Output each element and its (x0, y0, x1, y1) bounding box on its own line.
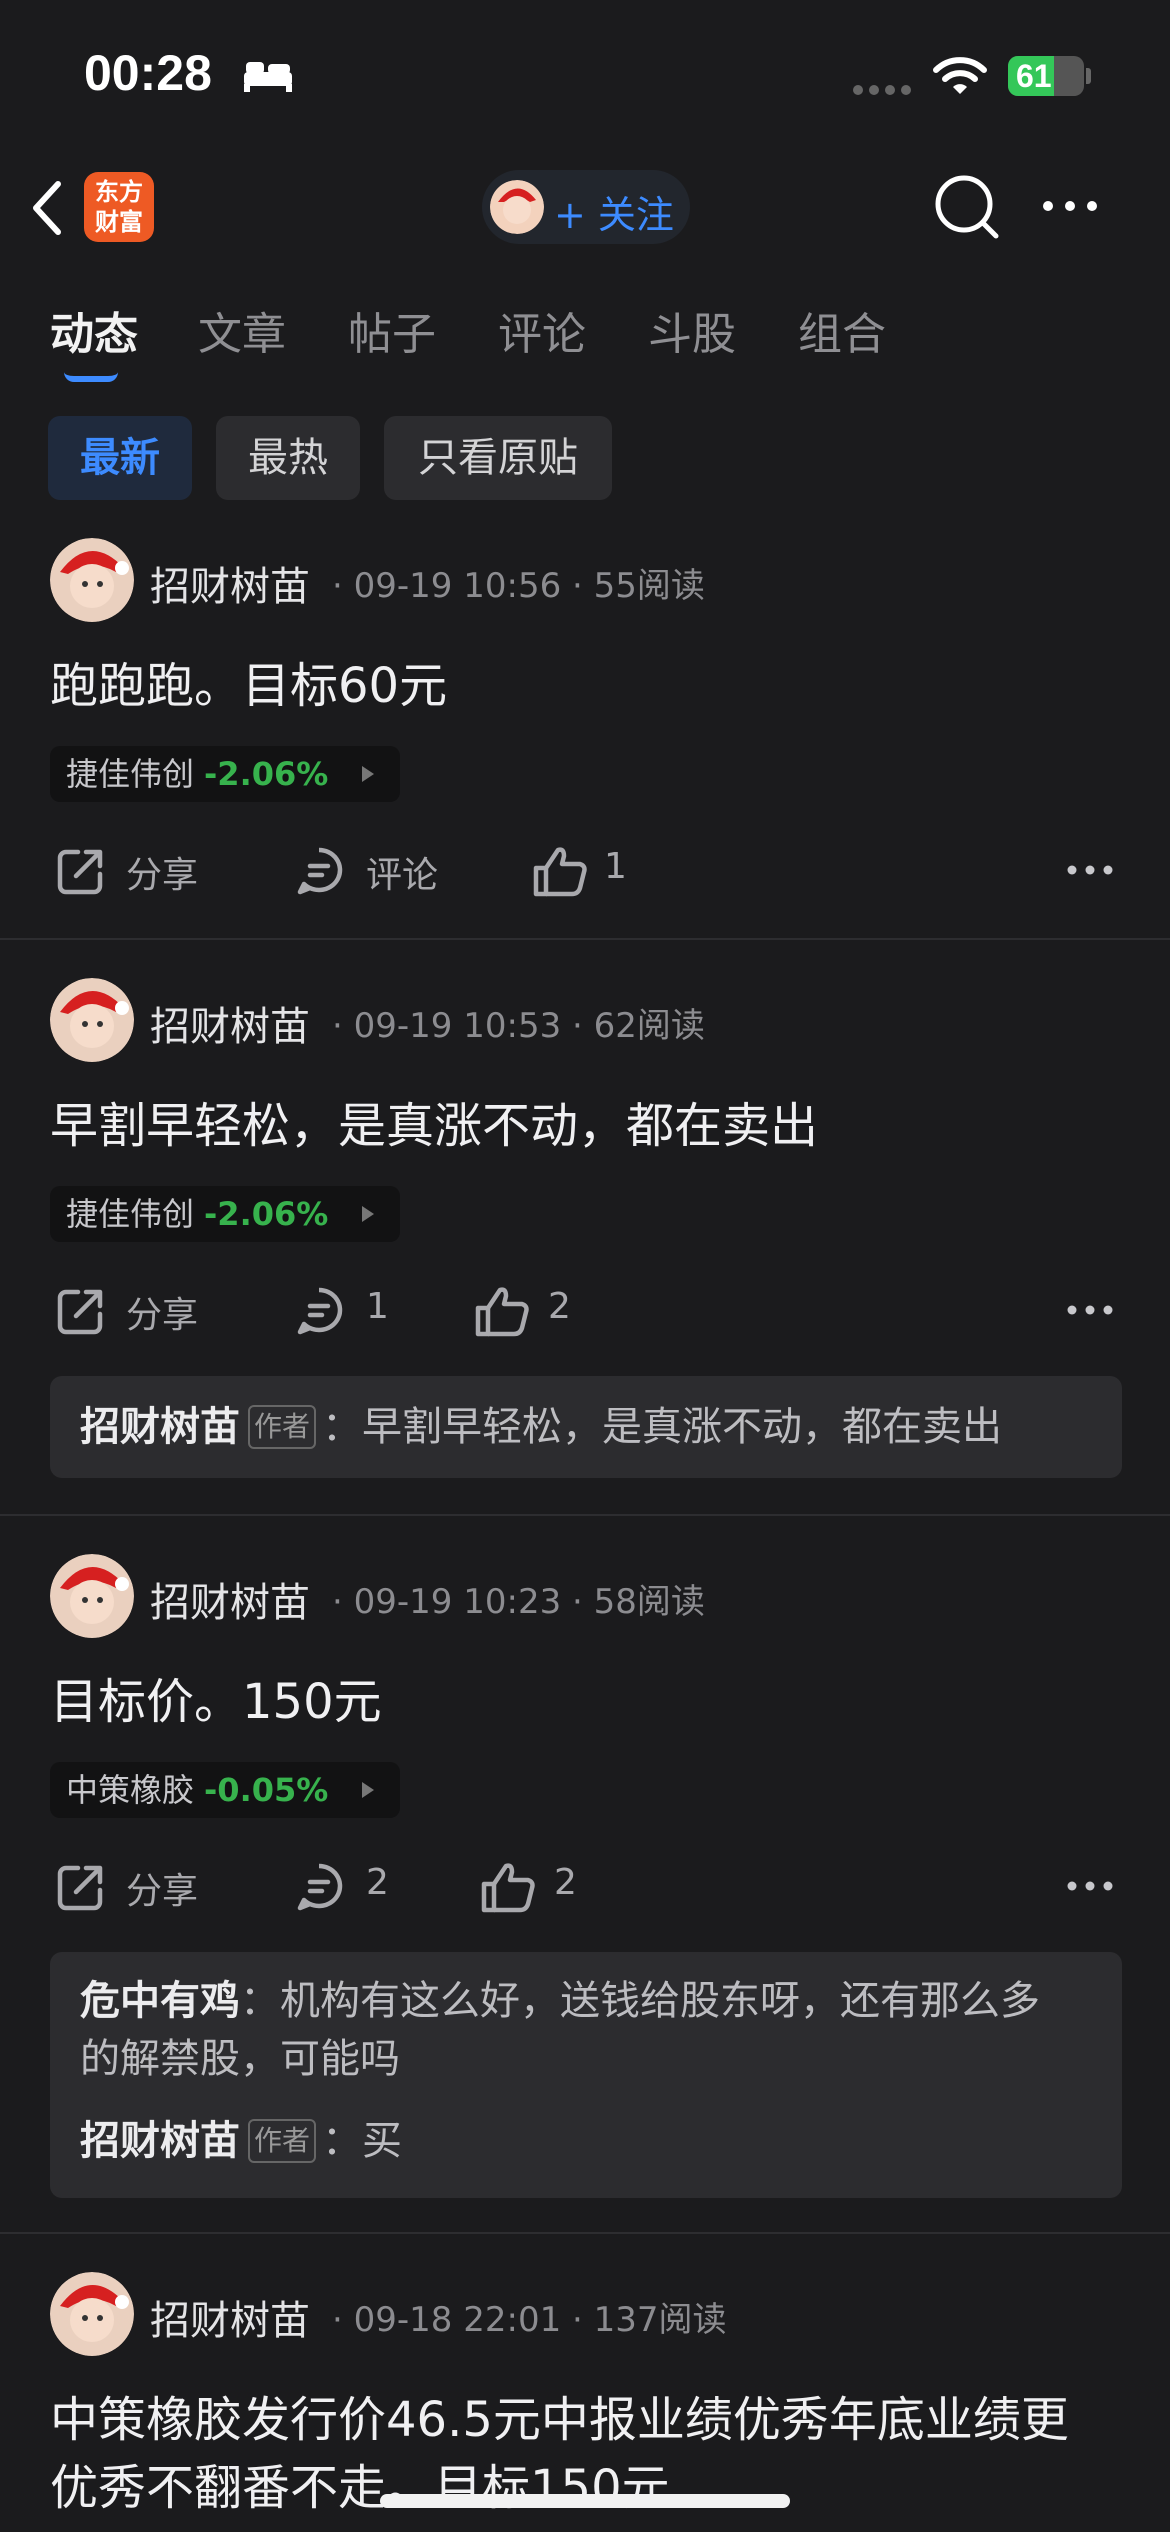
play-arrow-icon (362, 1782, 374, 1798)
more-options-icon[interactable] (1040, 196, 1100, 216)
user-avatar[interactable] (50, 2272, 134, 2356)
like-count: 2 (554, 1862, 577, 1903)
divider (0, 938, 1170, 940)
post-more-icon[interactable] (1066, 1302, 1114, 1318)
comment-line: 的解禁股，可能吗 (80, 2030, 1092, 2088)
play-arrow-icon (362, 1206, 374, 1222)
author-tag: 作者 (248, 2119, 317, 2163)
thumbs-up-icon (475, 1287, 529, 1337)
tab-comments[interactable]: 评论 (498, 298, 586, 362)
share-label: 分享 (126, 1295, 199, 1336)
user-avatar[interactable] (50, 978, 134, 1062)
stock-change: -2.06% (204, 1195, 329, 1233)
logo-line-1: 东方 (95, 178, 143, 206)
comment-preview-box[interactable]: 招财树苗 作者 ：早割早轻松，是真涨不动，都在卖出 (50, 1376, 1122, 1478)
stock-change: -2.06% (204, 755, 329, 793)
status-time: 00:28 (84, 45, 212, 101)
post-author[interactable]: 招财树苗 (150, 994, 310, 1052)
post-author[interactable]: 招财树苗 (150, 2288, 310, 2346)
tab-articles[interactable]: 文章 (198, 298, 286, 362)
play-arrow-icon (362, 766, 374, 782)
comment-author[interactable]: 招财树苗 (80, 2118, 240, 2164)
thumbs-up-icon (481, 1863, 535, 1913)
like-count: 1 (604, 846, 627, 887)
profile-tabs: 动态 文章 帖子 评论 斗股 组合 (0, 290, 1170, 380)
post-text-line-1[interactable]: 中策橡胶发行价46.5元中报业绩优秀年底业绩更 (50, 2386, 1130, 2454)
filter-chips: 最新 最热 只看原贴 (0, 416, 1170, 500)
post-meta: · 09-18 22:01 · 137阅读 (332, 2300, 727, 2340)
stock-tag[interactable]: 中策橡胶 -0.05% (50, 1762, 400, 1818)
battery-indicator: 61 (1008, 56, 1084, 96)
post-text[interactable]: 早割早轻松，是真涨不动，都在卖出 (50, 1092, 1130, 1160)
stock-name: 捷佳伟创 (66, 1195, 195, 1233)
author-tag: 作者 (248, 1405, 317, 1449)
stock-name: 中策橡胶 (66, 1771, 195, 1809)
sleep-mode-icon (244, 62, 292, 92)
comment-line: 招财树苗 作者 ：买 (80, 2118, 403, 2164)
wifi-icon (933, 57, 987, 94)
filter-hottest[interactable]: 最热 (216, 416, 360, 500)
battery-cap (1086, 68, 1091, 84)
comment-icon (297, 1287, 343, 1335)
home-indicator[interactable] (380, 2494, 790, 2508)
comment-preview-box[interactable]: 危中有鸡：机构有这么好，送钱给股东呀，还有那么多 的解禁股，可能吗 招财树苗 作者… (50, 1952, 1122, 2198)
tab-posts[interactable]: 帖子 (348, 298, 436, 362)
stock-tag[interactable]: 捷佳伟创 -2.06% (50, 1186, 400, 1242)
post-meta: · 09-19 10:53 · 62阅读 (332, 1006, 705, 1046)
thumbs-up-icon (533, 847, 587, 897)
user-avatar (490, 180, 544, 234)
app-logo[interactable]: 东方 财富 (84, 172, 154, 242)
post-author[interactable]: 招财树苗 (150, 1570, 310, 1628)
search-icon[interactable] (932, 172, 1002, 242)
stock-tag[interactable]: 捷佳伟创 -2.06% (50, 746, 400, 802)
comment-text: 早割早轻松，是真涨不动，都在卖出 (362, 1404, 1003, 1450)
comment-count: 评论 (366, 855, 439, 896)
tab-portfolio[interactable]: 组合 (798, 298, 886, 362)
comment-line: 危中有鸡：机构有这么好，送钱给股东呀，还有那么多 (80, 1978, 1040, 2024)
active-tab-indicator (64, 372, 118, 382)
post-text[interactable]: 目标价。150元 (50, 1668, 1130, 1736)
user-avatar[interactable] (50, 1554, 134, 1638)
logo-line-2: 财富 (95, 208, 143, 236)
comment-text: 的解禁股，可能吗 (80, 2036, 400, 2082)
battery-level-text: 61 (1016, 58, 1052, 94)
tab-stock-battle[interactable]: 斗股 (648, 298, 736, 362)
post-meta: · 09-19 10:56 · 55阅读 (332, 566, 705, 606)
share-label: 分享 (126, 855, 199, 896)
post-author[interactable]: 招财树苗 (150, 554, 310, 612)
comment-text: 买 (362, 2118, 403, 2164)
status-bar: 00:28 61 (0, 0, 1170, 150)
follow-label: + 关注 (554, 193, 674, 237)
tab-dynamics[interactable]: 动态 (50, 298, 138, 362)
stock-name: 捷佳伟创 (66, 755, 195, 793)
comment-count: 2 (366, 1862, 389, 1903)
user-avatar[interactable] (50, 538, 134, 622)
divider (0, 1514, 1170, 1516)
post-meta: · 09-19 10:23 · 58阅读 (332, 1582, 705, 1622)
comment-author[interactable]: 招财树苗 (80, 1404, 240, 1450)
post-text[interactable]: 跑跑跑。目标60元 (50, 652, 1130, 720)
comment-text: 机构有这么好，送钱给股东呀，还有那么多 (280, 1978, 1040, 2024)
back-arrow-icon[interactable] (24, 176, 72, 240)
cellular-signal-icon (853, 85, 911, 95)
like-count: 2 (548, 1286, 571, 1327)
post-more-icon[interactable] (1066, 1878, 1114, 1894)
filter-latest[interactable]: 最新 (48, 416, 192, 500)
share-icon (57, 849, 103, 895)
stock-change: -0.05% (204, 1771, 329, 1809)
share-icon (57, 1865, 103, 1911)
share-label: 分享 (126, 1871, 199, 1912)
comment-icon (297, 847, 343, 895)
post-more-icon[interactable] (1066, 862, 1114, 878)
comment-author[interactable]: 危中有鸡 (80, 1978, 240, 2024)
comment-line: 招财树苗 作者 ：早割早轻松，是真涨不动，都在卖出 (80, 1404, 1003, 1450)
comment-count: 1 (366, 1286, 389, 1327)
share-icon (57, 1289, 103, 1335)
divider (0, 2232, 1170, 2234)
post-text-line-2[interactable]: 优秀不翻番不走。目标150元 (50, 2454, 1130, 2522)
filter-original-only[interactable]: 只看原贴 (384, 416, 612, 500)
follow-button[interactable]: + 关注 (482, 170, 690, 244)
comment-icon (297, 1863, 343, 1911)
